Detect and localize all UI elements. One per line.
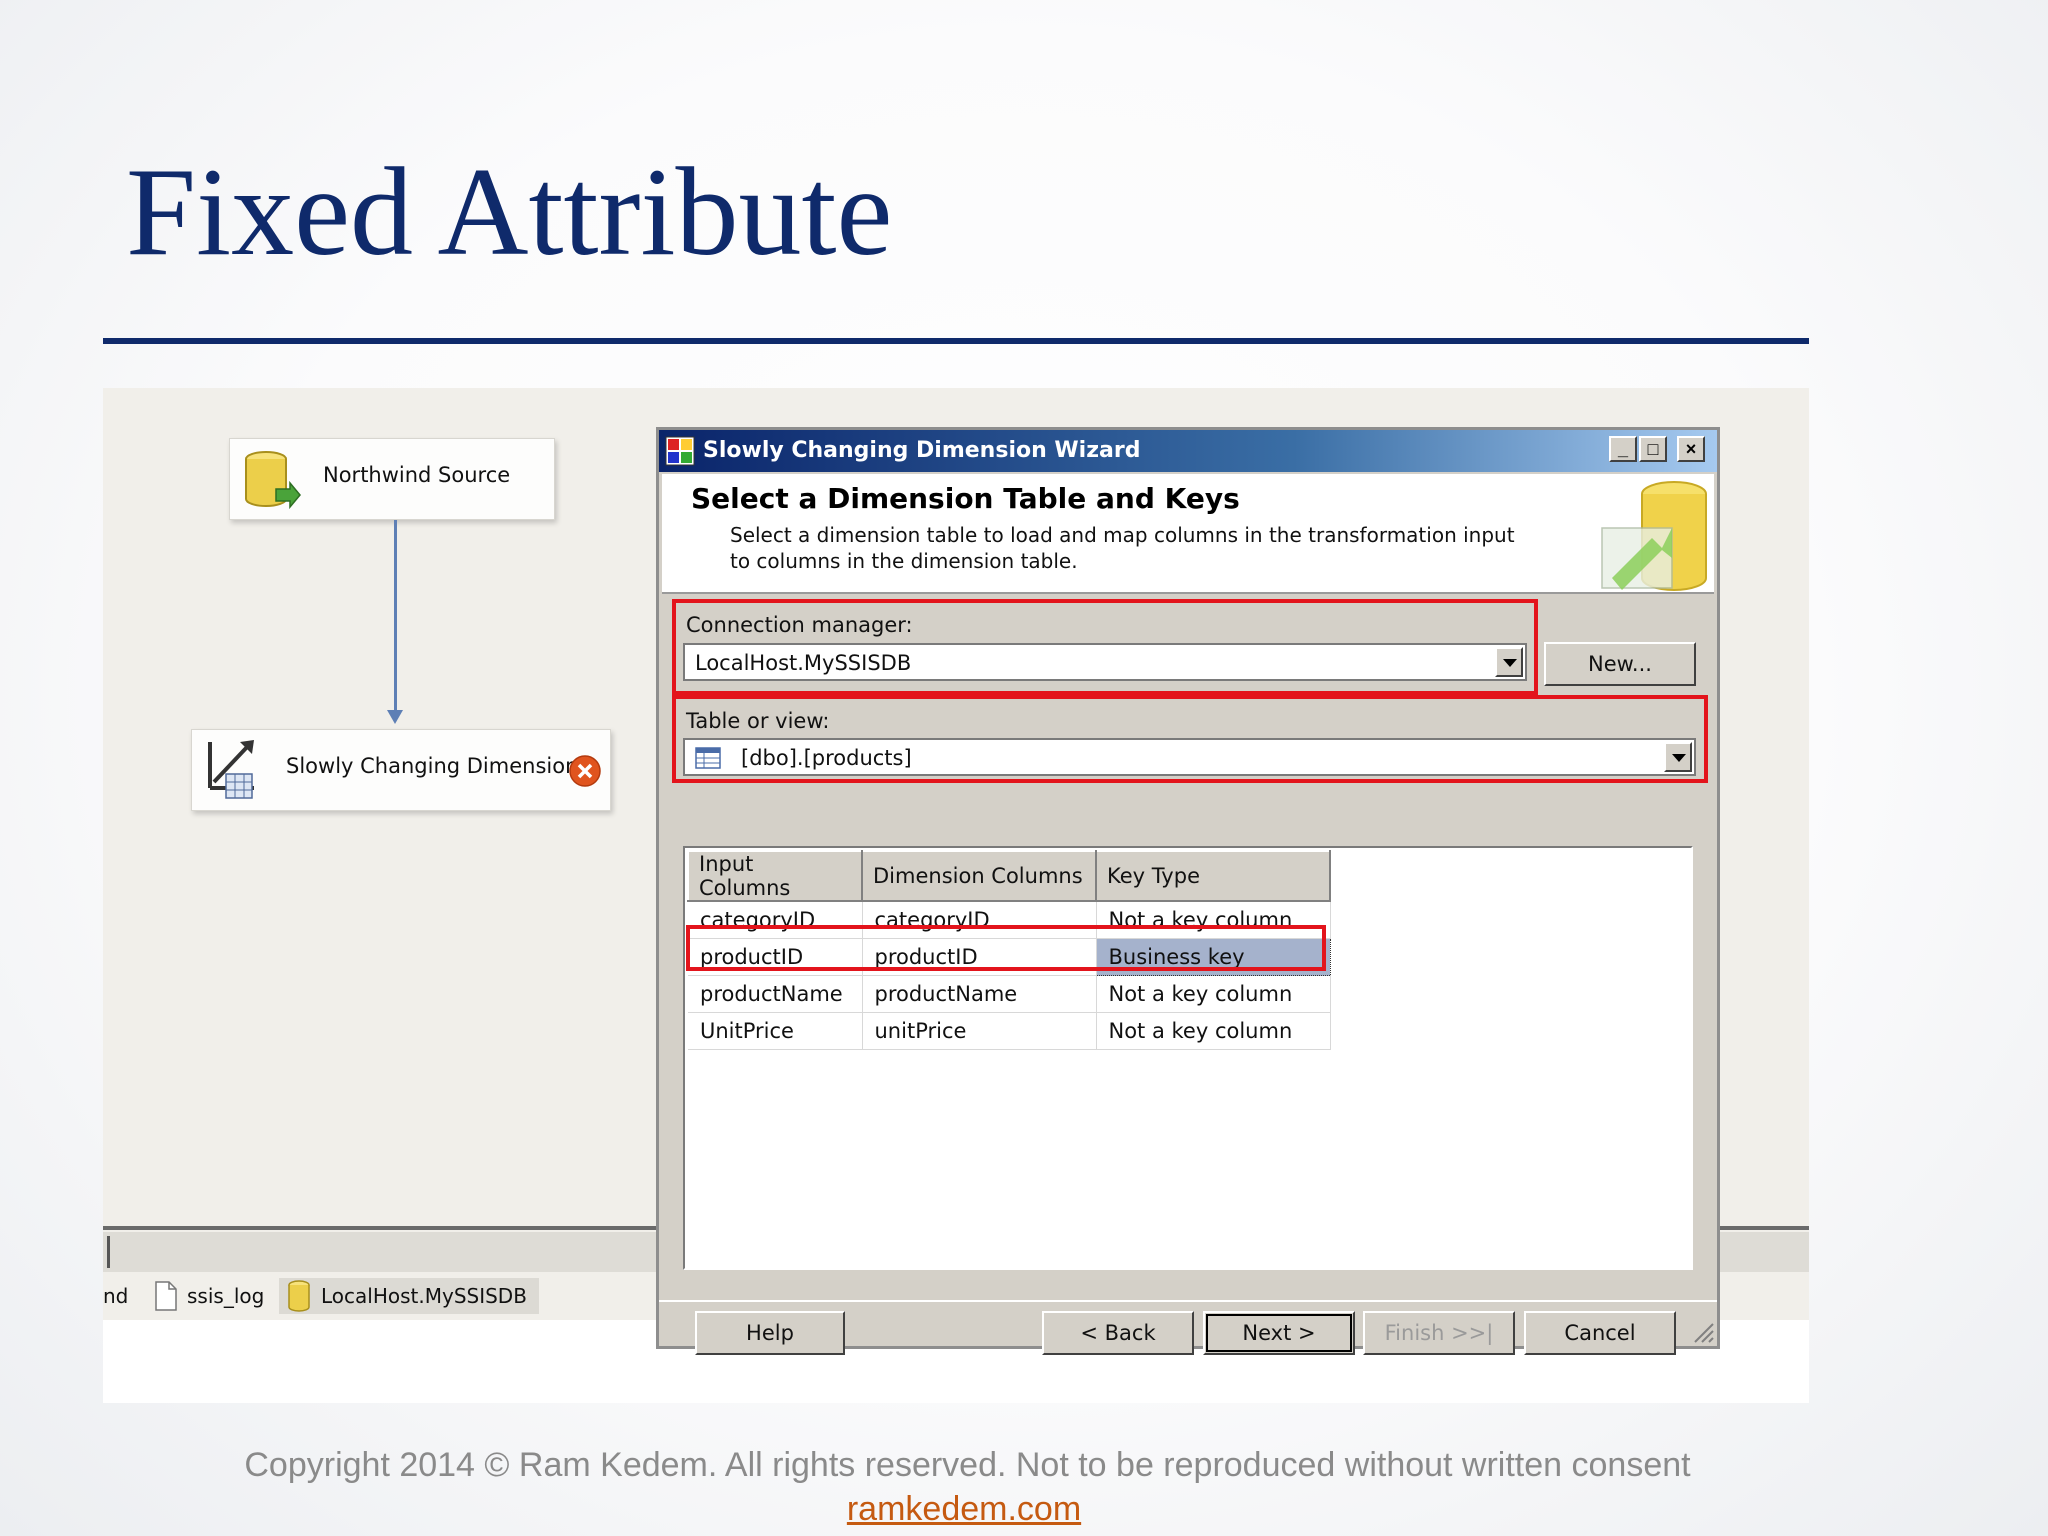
- tray-item-localhost[interactable]: LocalHost.MySSISDB: [279, 1278, 539, 1314]
- key-type-cell[interactable]: Business key: [1095, 938, 1331, 976]
- source-task-label: Northwind Source: [323, 463, 511, 487]
- header-dimension-columns[interactable]: Dimension Columns: [861, 850, 1097, 902]
- wizard-app-icon: [665, 436, 695, 466]
- tray-item-label: LocalHost.MySSISDB: [321, 1284, 527, 1308]
- file-icon: [155, 1281, 177, 1311]
- header-input-columns[interactable]: Input Columns: [687, 850, 863, 902]
- table-row[interactable]: productName productName Not a key column: [688, 975, 1331, 1013]
- table-row[interactable]: UnitPrice unitPrice Not a key column: [688, 1012, 1331, 1050]
- header-key-type[interactable]: Key Type: [1095, 850, 1331, 902]
- input-column-cell[interactable]: categoryID: [688, 901, 863, 939]
- precedence-connector: [394, 520, 397, 712]
- table-row[interactable]: productID productID Business key: [688, 938, 1331, 976]
- database-source-icon: [245, 451, 301, 510]
- button-separator: [659, 1300, 1717, 1302]
- connection-manager-label: Connection manager:: [686, 613, 913, 637]
- key-type-cell[interactable]: Not a key column: [1096, 901, 1331, 939]
- wizard-header: Select a Dimension Table and Keys Select…: [662, 474, 1714, 594]
- input-column-cell[interactable]: UnitPrice: [688, 1012, 863, 1050]
- scd-task[interactable]: Slowly Changing Dimension: [191, 729, 611, 811]
- tray-item-label: ssis_log: [187, 1284, 265, 1308]
- table-view-value: [dbo].[products]: [741, 746, 912, 770]
- slide-title: Fixed Attribute: [126, 143, 893, 282]
- scd-task-label: Slowly Changing Dimension: [286, 754, 579, 778]
- input-column-cell[interactable]: productID: [688, 938, 863, 976]
- connector-arrowhead: [387, 710, 403, 724]
- table-icon: [695, 747, 721, 769]
- page-title: Select a Dimension Table and Keys: [691, 482, 1240, 515]
- next-button[interactable]: Next >: [1203, 1311, 1355, 1355]
- maximize-button[interactable]: □: [1639, 436, 1667, 462]
- tray-item-ssis-log[interactable]: ssis_log: [153, 1278, 264, 1314]
- table-row[interactable]: categoryID categoryID Not a key column: [688, 901, 1331, 939]
- dimension-column-cell[interactable]: productID: [862, 938, 1097, 976]
- screenshot-area: Northwind Source Slowly Changing Dimensi…: [103, 388, 1809, 1403]
- tray-item-nd[interactable]: nd: [103, 1278, 128, 1314]
- column-mapping-table: Input Columns Dimension Columns Key Type…: [687, 850, 1331, 1050]
- chevron-down-icon[interactable]: [1664, 742, 1692, 772]
- connection-manager-select[interactable]: LocalHost.MySSISDB: [683, 643, 1527, 681]
- dimension-column-cell[interactable]: productName: [862, 975, 1097, 1013]
- help-button[interactable]: Help: [695, 1311, 845, 1355]
- minimize-button[interactable]: _: [1609, 436, 1637, 462]
- northwind-source-task[interactable]: Northwind Source: [229, 438, 555, 520]
- finish-button[interactable]: Finish >>|: [1363, 1311, 1515, 1355]
- title-rule: [103, 338, 1809, 344]
- key-type-cell[interactable]: Not a key column: [1096, 975, 1331, 1013]
- connection-manager-value: LocalHost.MySSISDB: [695, 651, 912, 675]
- scd-wizard-dialog: Slowly Changing Dimension Wizard _ □ × S…: [656, 427, 1720, 1355]
- key-type-cell[interactable]: Not a key column: [1096, 1012, 1331, 1050]
- dimension-column-cell[interactable]: unitPrice: [862, 1012, 1097, 1050]
- chevron-down-icon[interactable]: [1495, 647, 1523, 677]
- close-button[interactable]: ×: [1677, 436, 1705, 462]
- wizard-graphic-icon: [1601, 481, 1707, 591]
- database-icon: [288, 1280, 310, 1312]
- error-icon: [569, 755, 601, 787]
- column-mapping-grid[interactable]: Input Columns Dimension Columns Key Type…: [683, 846, 1693, 1270]
- cancel-button[interactable]: Cancel: [1524, 1311, 1676, 1355]
- dialog-titlebar[interactable]: Slowly Changing Dimension Wizard _ □ ×: [659, 430, 1717, 472]
- tray-item-label: nd: [103, 1284, 129, 1308]
- table-view-select[interactable]: [dbo].[products]: [683, 738, 1696, 776]
- input-column-cell[interactable]: productName: [688, 975, 863, 1013]
- dialog-title: Slowly Changing Dimension Wizard: [703, 438, 1141, 463]
- scd-transform-icon: [208, 740, 254, 799]
- table-view-label: Table or view:: [686, 709, 830, 733]
- footer-copyright: Copyright 2014 © Ram Kedem. All rights r…: [244, 1446, 1691, 1484]
- dimension-column-cell[interactable]: categoryID: [862, 901, 1097, 939]
- back-button[interactable]: < Back: [1042, 1311, 1194, 1355]
- resize-grip-icon[interactable]: [1689, 1318, 1715, 1344]
- footer-link[interactable]: ramkedem.com: [0, 1490, 1928, 1529]
- new-connection-button[interactable]: New...: [1544, 642, 1696, 686]
- page-description: Select a dimension table to load and map…: [730, 523, 1515, 573]
